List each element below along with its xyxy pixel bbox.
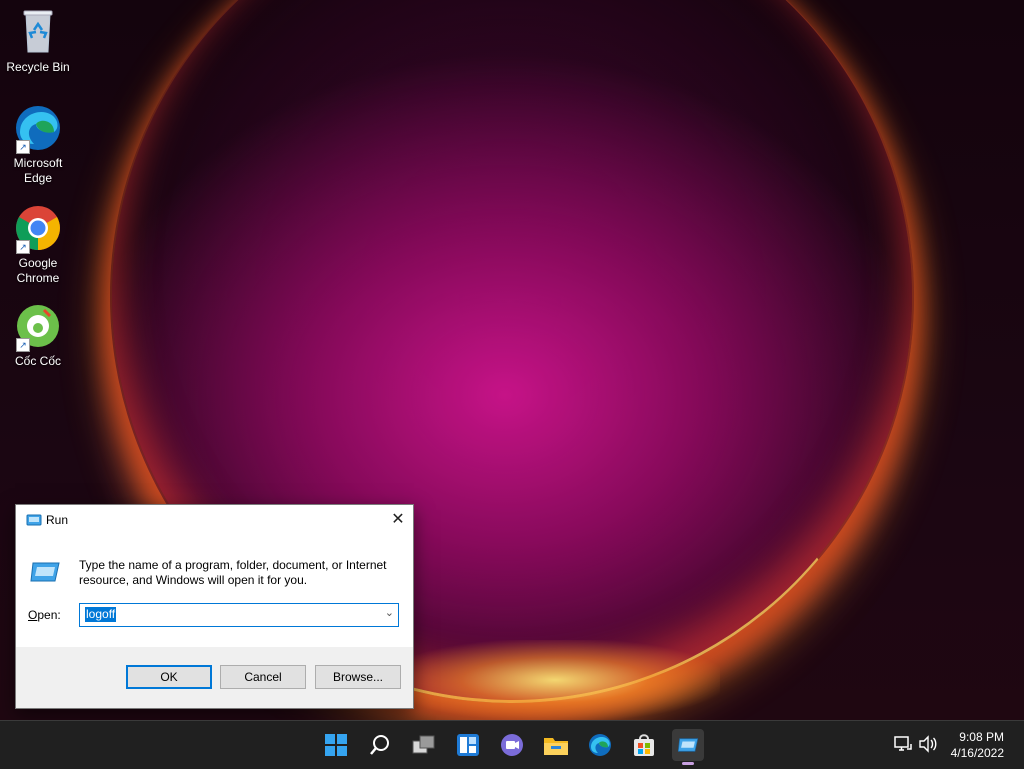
run-titlebar[interactable]: Run ✕: [16, 505, 413, 535]
search-icon[interactable]: [364, 729, 396, 761]
desktop-icon-coccoc[interactable]: ↗ Cốc Cốc: [4, 302, 72, 369]
task-view-icon[interactable]: [408, 729, 440, 761]
clock[interactable]: 9:08 PM 4/16/2022: [951, 729, 1004, 761]
start-icon[interactable]: [320, 729, 352, 761]
recycle-bin-icon: [14, 8, 62, 56]
chevron-down-icon[interactable]: ⌄: [385, 606, 394, 619]
coccoc-icon: ↗: [14, 302, 62, 352]
active-indicator: [682, 762, 694, 765]
cancel-button[interactable]: Cancel: [220, 665, 306, 689]
close-button[interactable]: ✕: [383, 505, 413, 535]
chrome-icon: ↗: [14, 204, 62, 254]
shortcut-arrow-icon: ↗: [16, 240, 30, 254]
desktop-icon-recycle-bin[interactable]: Recycle Bin: [4, 8, 72, 75]
run-footer: OK Cancel Browse...: [16, 647, 413, 707]
browse-button[interactable]: Browse...: [315, 665, 401, 689]
clock-time: 9:08 PM: [959, 730, 1004, 744]
chat-icon[interactable]: [496, 729, 528, 761]
desktop-icon-chrome[interactable]: ↗ Google Chrome: [4, 204, 72, 286]
edge-icon[interactable]: [584, 729, 616, 761]
run-icon: [26, 513, 42, 527]
store-icon[interactable]: [628, 729, 660, 761]
run-description: Type the name of a program, folder, docu…: [79, 558, 387, 587]
file-explorer-icon[interactable]: [540, 729, 572, 761]
edge-icon: ↗: [14, 104, 62, 154]
desktop-icon-label: Google Chrome: [16, 256, 60, 285]
desktop-icon-edge[interactable]: ↗ Microsoft Edge: [4, 104, 72, 186]
run-program-icon: [29, 559, 61, 585]
run-body: Type the name of a program, folder, docu…: [16, 535, 413, 647]
desktop-icon-label: Microsoft Edge: [13, 156, 63, 185]
volume-icon[interactable]: [918, 735, 938, 755]
network-icon[interactable]: [893, 735, 913, 755]
shortcut-arrow-icon: ↗: [16, 338, 30, 352]
desktop-icon-label: Recycle Bin: [6, 60, 70, 74]
taskbar: 9:08 PM 4/16/2022: [0, 720, 1024, 769]
wallpaper-glow: [390, 640, 720, 720]
open-label: Open:: [28, 608, 61, 622]
run-dialog: Run ✕ Type the name of a program, folder…: [15, 504, 414, 709]
desktop-icon-label: Cốc Cốc: [14, 354, 61, 368]
shortcut-arrow-icon: ↗: [16, 140, 30, 154]
open-combobox[interactable]: logoff ⌄: [79, 603, 399, 627]
run-taskbar-icon[interactable]: [672, 729, 704, 765]
clock-date: 4/16/2022: [950, 746, 1004, 760]
ok-button[interactable]: OK: [126, 665, 212, 689]
run-title: Run: [46, 513, 69, 527]
widgets-icon[interactable]: [452, 729, 484, 761]
open-input[interactable]: logoff: [85, 607, 117, 622]
